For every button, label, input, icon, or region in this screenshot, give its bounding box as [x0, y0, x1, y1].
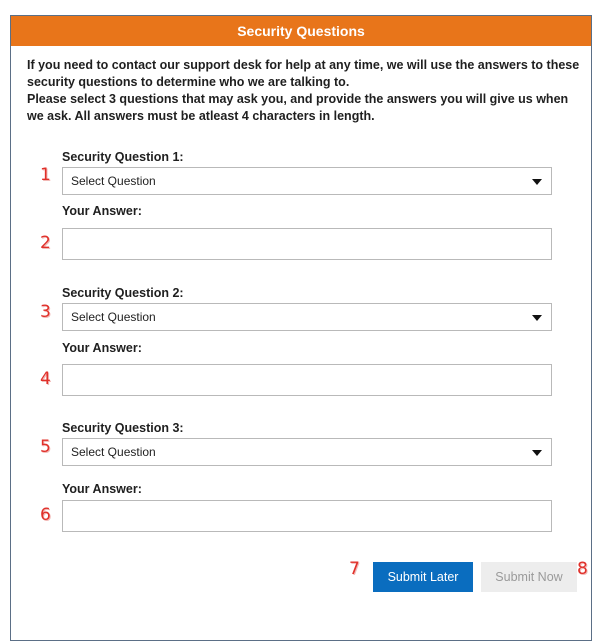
- answer-2-label: Your Answer:: [62, 341, 142, 355]
- annotation-marker-1: 1: [40, 165, 51, 185]
- chevron-down-icon: [532, 450, 542, 456]
- panel-header: Security Questions: [11, 16, 591, 46]
- annotation-marker-4: 4: [40, 369, 51, 389]
- annotation-marker-5: 5: [40, 437, 51, 457]
- annotation-marker-2: 2: [40, 233, 51, 253]
- question-1-select[interactable]: Select Question: [62, 167, 552, 195]
- intro-paragraph-2: Please select 3 questions that may ask y…: [27, 92, 569, 123]
- annotation-marker-6: 6: [40, 505, 51, 525]
- intro-paragraph-1: If you need to contact our support desk …: [27, 58, 580, 89]
- answer-3-label: Your Answer:: [62, 482, 142, 496]
- chevron-down-icon: [532, 179, 542, 185]
- annotation-marker-8: 8: [577, 559, 588, 579]
- question-2-select-value: Select Question: [71, 310, 156, 324]
- question-2-select[interactable]: Select Question: [62, 303, 552, 331]
- panel-title: Security Questions: [237, 23, 365, 39]
- intro-text: If you need to contact our support desk …: [27, 57, 587, 125]
- submit-later-button[interactable]: Submit Later: [373, 562, 473, 592]
- question-2-label: Security Question 2:: [62, 286, 184, 300]
- chevron-down-icon: [532, 315, 542, 321]
- answer-2-input[interactable]: [62, 364, 552, 396]
- question-3-label: Security Question 3:: [62, 421, 184, 435]
- answer-1-label: Your Answer:: [62, 204, 142, 218]
- answer-1-input[interactable]: [62, 228, 552, 260]
- annotation-marker-7: 7: [349, 559, 360, 579]
- question-3-select[interactable]: Select Question: [62, 438, 552, 466]
- question-3-select-value: Select Question: [71, 445, 156, 459]
- question-1-select-value: Select Question: [71, 174, 156, 188]
- submit-now-button[interactable]: Submit Now: [481, 562, 577, 592]
- annotation-marker-3: 3: [40, 302, 51, 322]
- answer-3-input[interactable]: [62, 500, 552, 532]
- security-questions-panel: Security Questions If you need to contac…: [10, 15, 592, 641]
- question-1-label: Security Question 1:: [62, 150, 184, 164]
